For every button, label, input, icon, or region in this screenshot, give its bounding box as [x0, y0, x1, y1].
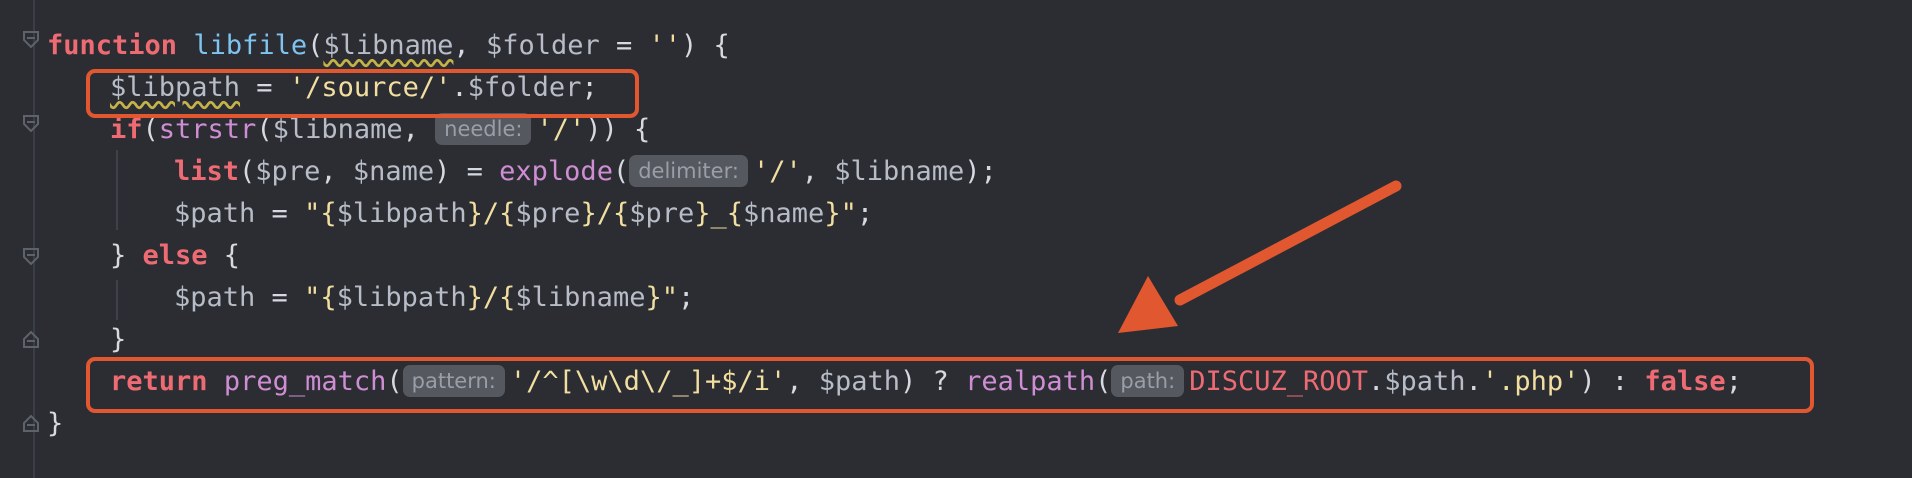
code-editor[interactable]: function libfile($libname, $folder = '')…	[0, 0, 1912, 478]
pointer-arrow-annotation	[1118, 180, 1402, 333]
arrow-shaft	[1174, 180, 1402, 306]
arrow-head	[1118, 276, 1178, 333]
